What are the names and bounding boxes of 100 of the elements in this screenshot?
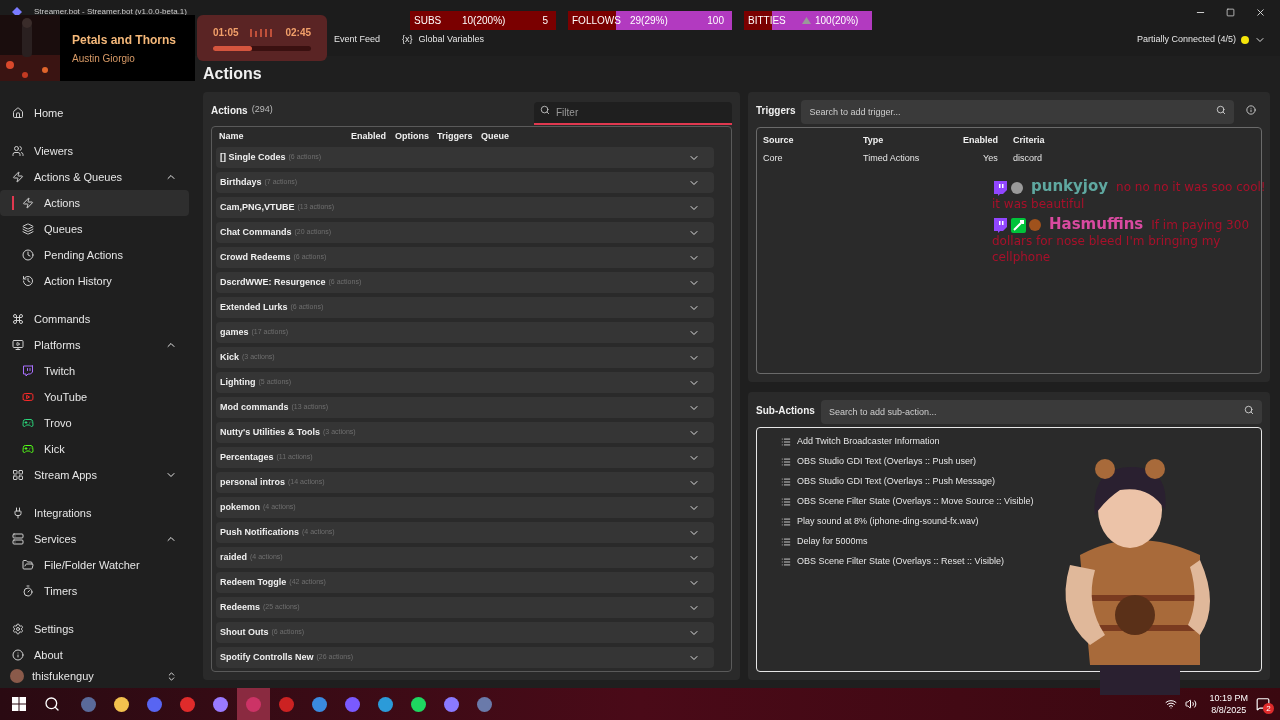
sub-action-item[interactable]: OBS Scene Filter State (Overlays :: Move Source :: Visible) [781,492,1261,512]
column-header[interactable]: Name [219,130,351,144]
column-header[interactable]: Enabled [963,134,1013,148]
table-cell-text: Yes [982,152,999,166]
avatar [10,669,24,684]
nav-icon [12,623,24,635]
panel-title: Triggers [756,103,796,118]
sidebar-item[interactable]: Home [0,100,189,126]
sidebar-item[interactable]: Trovo [0,410,189,436]
nav-icon [22,417,34,429]
column-header[interactable]: Queue [481,130,521,144]
column-header[interactable]: Criteria [1013,134,1093,148]
goal-label: SUBS [414,14,443,28]
nav-icon [22,249,34,261]
volume-icon [1185,698,1198,710]
nav-icon [22,197,34,209]
chat-message: punkyjoy no no no it was soo cool! it was beautiful [992,178,1267,212]
windows-icon[interactable] [12,697,26,711]
sidebar-item[interactable]: Settings [0,616,189,642]
nav-icon [12,107,24,119]
nav-icon [22,443,34,455]
sub-action-item[interactable]: OBS Studio GDI Text (Overlays :: Push user) [781,452,1261,472]
filter-field[interactable]: Filter [534,101,732,125]
list-icon [781,537,791,547]
clock-date[interactable]: 8/8/2025 [1211,704,1247,716]
search-icon [1216,105,1226,115]
nav-icon [12,507,24,519]
column-header[interactable]: Options [395,130,437,144]
chat-message: Hasmuffins If im paying 300 dollars for nose bleed I'm bringing my cellphone [992,215,1250,265]
sidebar-item[interactable]: Timers [0,578,189,604]
sidebar-item[interactable]: Queues [0,216,189,242]
sidebar-item[interactable]: Action History [0,268,189,294]
column-header[interactable]: Triggers [437,130,481,144]
maximize-icon[interactable] [1226,7,1235,17]
goal-target: 5 [542,14,548,28]
goal-value: 29(29%) [630,14,669,28]
info-icon[interactable] [1246,105,1256,115]
goal-value: 10(200%) [462,14,507,28]
nav-icon [22,365,34,377]
user-menu[interactable]: thisfukenguy [0,668,189,685]
list-icon [781,517,791,527]
sidebar-item[interactable]: File/Folder Watcher [0,552,189,578]
search-icon [540,104,550,115]
nav-tab[interactable]: Event Feed [333,29,382,51]
search-icon[interactable] [44,696,60,712]
sidebar-item[interactable]: YouTube [0,384,189,410]
nav-icon [22,391,34,403]
list-icon [781,477,791,487]
sidebar-item[interactable]: Kick [0,436,189,462]
nav-icon [22,585,34,597]
nav-icon [22,559,34,571]
column-header[interactable]: Source [763,134,863,148]
window-title: Streamer.bot - Streamer.bot (v1.0.0-beta.1) [34,6,187,18]
panel-title: Sub-Actions [756,403,815,418]
column-header[interactable]: Enabled [351,130,395,144]
badge-icon [1011,181,1023,194]
list-icon [781,497,791,507]
search-icon [1244,405,1254,415]
sub-action-item[interactable]: OBS Scene Filter State (Overlays :: Reset :: Visible) [781,552,1261,572]
sidebar-item[interactable]: Pending Actions [0,242,189,268]
elapsed-time: 01:05 [213,26,239,40]
search-field[interactable]: Search to add sub-action... [820,400,1262,424]
nav-icon [12,339,24,351]
sidebar-item[interactable]: Commands [0,306,189,332]
nav-icon [12,649,24,661]
sidebar-item[interactable]: Platforms [0,332,189,358]
total-time: 02:45 [285,26,311,40]
sub-action-item[interactable]: Play sound at 8% (iphone-ding-sound-fx.wav) [781,512,1261,532]
sidebar-item[interactable]: About [0,642,189,668]
song-artist: Austin Giorgio [72,51,136,66]
nav-icon [12,533,24,545]
network-icon [1165,698,1178,710]
column-header[interactable]: Type [863,134,963,148]
page-title: Actions [203,64,262,84]
sidebar-item[interactable]: Services [0,526,189,552]
sub-action-item[interactable]: OBS Studio GDI Text (Overlays :: Push Message) [781,472,1261,492]
list-icon [781,557,791,567]
sidebar-item[interactable]: Stream Apps [0,462,189,488]
clock-time[interactable]: 10:19 PM [1209,692,1248,704]
chevron-updown-icon [166,670,177,682]
nav-icon [12,313,24,325]
sidebar-item[interactable]: Actions & Queues [0,164,189,190]
triangle-icon [802,17,811,24]
list-icon [781,437,791,447]
nav-icon [12,469,24,481]
nav-icon [12,171,24,183]
search-field[interactable]: Search to add trigger... [801,100,1234,124]
sidebar-item[interactable]: Viewers [0,138,189,164]
close-icon[interactable] [1255,6,1266,18]
nav-tab[interactable]: {x} Global Variables [401,29,485,51]
sub-action-item[interactable]: Delay for 5000ms [781,532,1261,552]
connection-status[interactable]: Partially Connected (4/5) [1136,33,1236,47]
table-cell-text: Core [763,152,784,166]
goal-target: 100 [707,14,724,28]
sidebar-item[interactable]: Twitch [0,358,189,384]
sidebar-item[interactable]: Actions [0,190,189,216]
chat-bubble-icon [992,179,1008,196]
sub-action-item[interactable]: Add Twitch Broadcaster Information [781,432,1261,452]
chat-username: Hasmuffins [1049,214,1144,233]
sidebar-item[interactable]: Integrations [0,500,189,526]
